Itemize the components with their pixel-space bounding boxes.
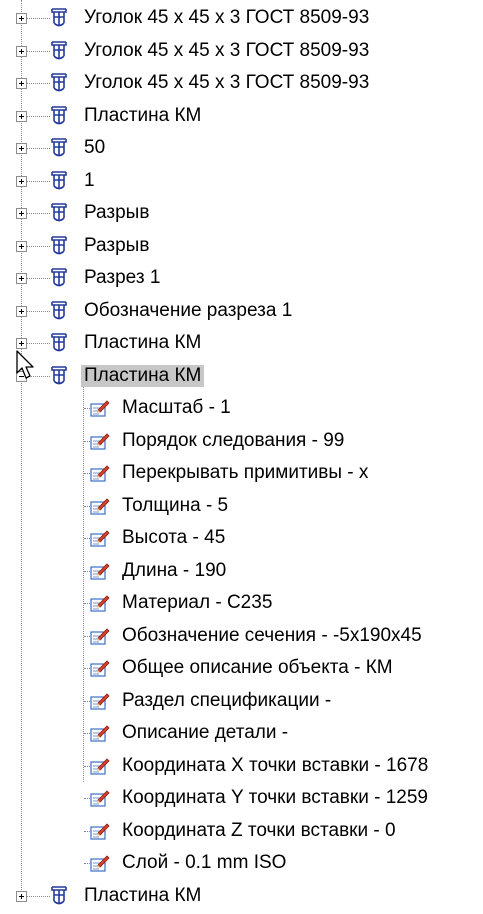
expand-plus-icon[interactable] xyxy=(16,13,27,24)
object-node-icon xyxy=(51,105,67,126)
object-node-icon xyxy=(51,268,67,288)
property-icon xyxy=(90,594,110,612)
property-label[interactable]: Общее описание объекта - КМ xyxy=(119,657,396,679)
tree-node[interactable]: Разрыв xyxy=(0,199,483,231)
node-label[interactable]: Пластина КМ xyxy=(81,332,204,354)
property-label[interactable]: Описание детали - xyxy=(119,722,291,744)
property-icon xyxy=(90,432,110,450)
property-icon xyxy=(90,757,110,775)
property-icon xyxy=(90,854,110,872)
property-label[interactable]: Координата Z точки вставки - 0 xyxy=(119,820,399,842)
tree-node[interactable]: Пластина КМ xyxy=(0,882,483,914)
expand-plus-icon[interactable] xyxy=(16,273,27,284)
node-label[interactable]: 1 xyxy=(81,170,98,192)
property-label[interactable]: Материал - С235 xyxy=(119,592,275,614)
mouse-cursor-icon xyxy=(16,350,34,379)
tree-node[interactable]: Пластина КМ xyxy=(0,329,483,361)
tree-node[interactable]: Разрез 1 xyxy=(0,264,483,296)
property-label[interactable]: Координата Y точки вставки - 1259 xyxy=(119,787,431,809)
property-item[interactable]: Слой - 0.1 mm ISO xyxy=(0,849,483,881)
property-item[interactable]: Высота - 45 xyxy=(0,524,483,556)
tree-node[interactable]: 1 xyxy=(0,167,483,199)
expand-plus-icon[interactable] xyxy=(16,143,27,154)
property-item[interactable]: Толщина - 5 xyxy=(0,492,483,524)
tree-node[interactable]: Пластина КМ xyxy=(0,102,483,134)
property-item[interactable]: Координата Y точки вставки - 1259 xyxy=(0,784,483,816)
property-item[interactable]: Описание детали - xyxy=(0,719,483,751)
object-node-icon xyxy=(51,8,67,28)
property-label[interactable]: Масштаб - 1 xyxy=(119,397,234,419)
object-node-icon xyxy=(51,300,67,321)
property-item[interactable]: Обозначение сечения - -5х190х45 xyxy=(0,622,483,654)
property-label[interactable]: Толщина - 5 xyxy=(119,495,231,517)
property-item[interactable]: Перекрывать примитивы - х xyxy=(0,459,483,491)
node-label[interactable]: 50 xyxy=(81,137,108,159)
property-icon xyxy=(90,789,110,807)
object-node-icon xyxy=(51,885,67,906)
expand-plus-icon[interactable] xyxy=(16,208,27,219)
node-label[interactable]: Разрыв xyxy=(81,202,152,224)
property-icon xyxy=(90,562,110,580)
property-icon xyxy=(90,822,110,840)
tree-node[interactable]: Уголок 45 х 45 х 3 ГОСТ 8509-93 xyxy=(0,4,483,36)
object-node-icon xyxy=(51,138,67,158)
object-node-icon xyxy=(51,73,67,93)
node-label[interactable]: Пластина КМ xyxy=(81,885,204,907)
property-icon xyxy=(90,692,110,710)
property-item[interactable]: Масштаб - 1 xyxy=(0,394,483,426)
object-node-icon xyxy=(51,170,67,191)
property-item[interactable]: Координата X точки вставки - 1678 xyxy=(0,752,483,784)
object-node-icon xyxy=(51,333,67,353)
property-item[interactable]: Порядок следования - 99 xyxy=(0,427,483,459)
tree-node-expanded[interactable]: Пластина КМ xyxy=(0,362,483,394)
property-label[interactable]: Раздел спецификации - xyxy=(119,690,334,712)
tree-node[interactable]: Уголок 45 х 45 х 3 ГОСТ 8509-93 xyxy=(0,69,483,101)
object-tree: Уголок 45 х 45 х 3 ГОСТ 8509-93 Уголок 45… xyxy=(0,0,483,906)
object-node-icon xyxy=(51,235,67,256)
property-label[interactable]: Порядок следования - 99 xyxy=(119,430,347,452)
property-icon xyxy=(90,529,110,547)
property-icon xyxy=(90,497,110,515)
property-item[interactable]: Раздел спецификации - xyxy=(0,687,483,719)
expand-plus-icon[interactable] xyxy=(16,305,27,317)
tree-node[interactable]: Обозначение разреза 1 xyxy=(0,297,483,329)
property-icon xyxy=(90,399,110,417)
property-item[interactable]: Материал - С235 xyxy=(0,589,483,621)
property-label[interactable]: Слой - 0.1 mm ISO xyxy=(119,852,289,874)
property-label[interactable]: Высота - 45 xyxy=(119,527,228,549)
tree-node[interactable]: Уголок 45 х 45 х 3 ГОСТ 8509-93 xyxy=(0,37,483,69)
property-icon xyxy=(90,627,110,645)
property-label[interactable]: Перекрывать примитивы - х xyxy=(119,462,371,484)
property-item[interactable]: Длина - 190 xyxy=(0,557,483,589)
node-label[interactable]: Разрыв xyxy=(81,235,152,257)
node-label[interactable]: Обозначение разреза 1 xyxy=(81,300,295,322)
property-icon xyxy=(90,464,110,482)
node-label[interactable]: Уголок 45 х 45 х 3 ГОСТ 8509-93 xyxy=(81,40,372,62)
expand-plus-icon[interactable] xyxy=(16,240,27,252)
expand-plus-icon[interactable] xyxy=(16,890,27,902)
node-label[interactable]: Уголок 45 х 45 х 3 ГОСТ 8509-93 xyxy=(81,7,372,29)
property-label[interactable]: Обозначение сечения - -5х190х45 xyxy=(119,625,425,647)
node-label[interactable]: Уголок 45 х 45 х 3 ГОСТ 8509-93 xyxy=(81,72,372,94)
tree-node[interactable]: Разрыв xyxy=(0,232,483,264)
object-node-icon xyxy=(51,365,67,386)
node-label[interactable]: Разрез 1 xyxy=(81,267,163,289)
expand-plus-icon[interactable] xyxy=(16,338,27,349)
property-icon xyxy=(90,659,110,677)
object-node-icon xyxy=(51,203,67,223)
node-label[interactable]: Пластина КМ xyxy=(81,364,205,387)
property-icon xyxy=(90,724,110,742)
property-label[interactable]: Длина - 190 xyxy=(119,560,229,582)
node-label[interactable]: Пластина КМ xyxy=(81,105,204,127)
expand-plus-icon[interactable] xyxy=(16,110,27,122)
object-node-icon xyxy=(51,40,67,61)
expand-plus-icon[interactable] xyxy=(16,78,27,89)
tree-node[interactable]: 50 xyxy=(0,134,483,166)
expand-plus-icon[interactable] xyxy=(16,175,27,187)
property-item[interactable]: Координата Z точки вставки - 0 xyxy=(0,817,483,849)
expand-plus-icon[interactable] xyxy=(16,45,27,57)
property-label[interactable]: Координата X точки вставки - 1678 xyxy=(119,755,431,777)
property-item[interactable]: Общее описание объекта - КМ xyxy=(0,654,483,686)
